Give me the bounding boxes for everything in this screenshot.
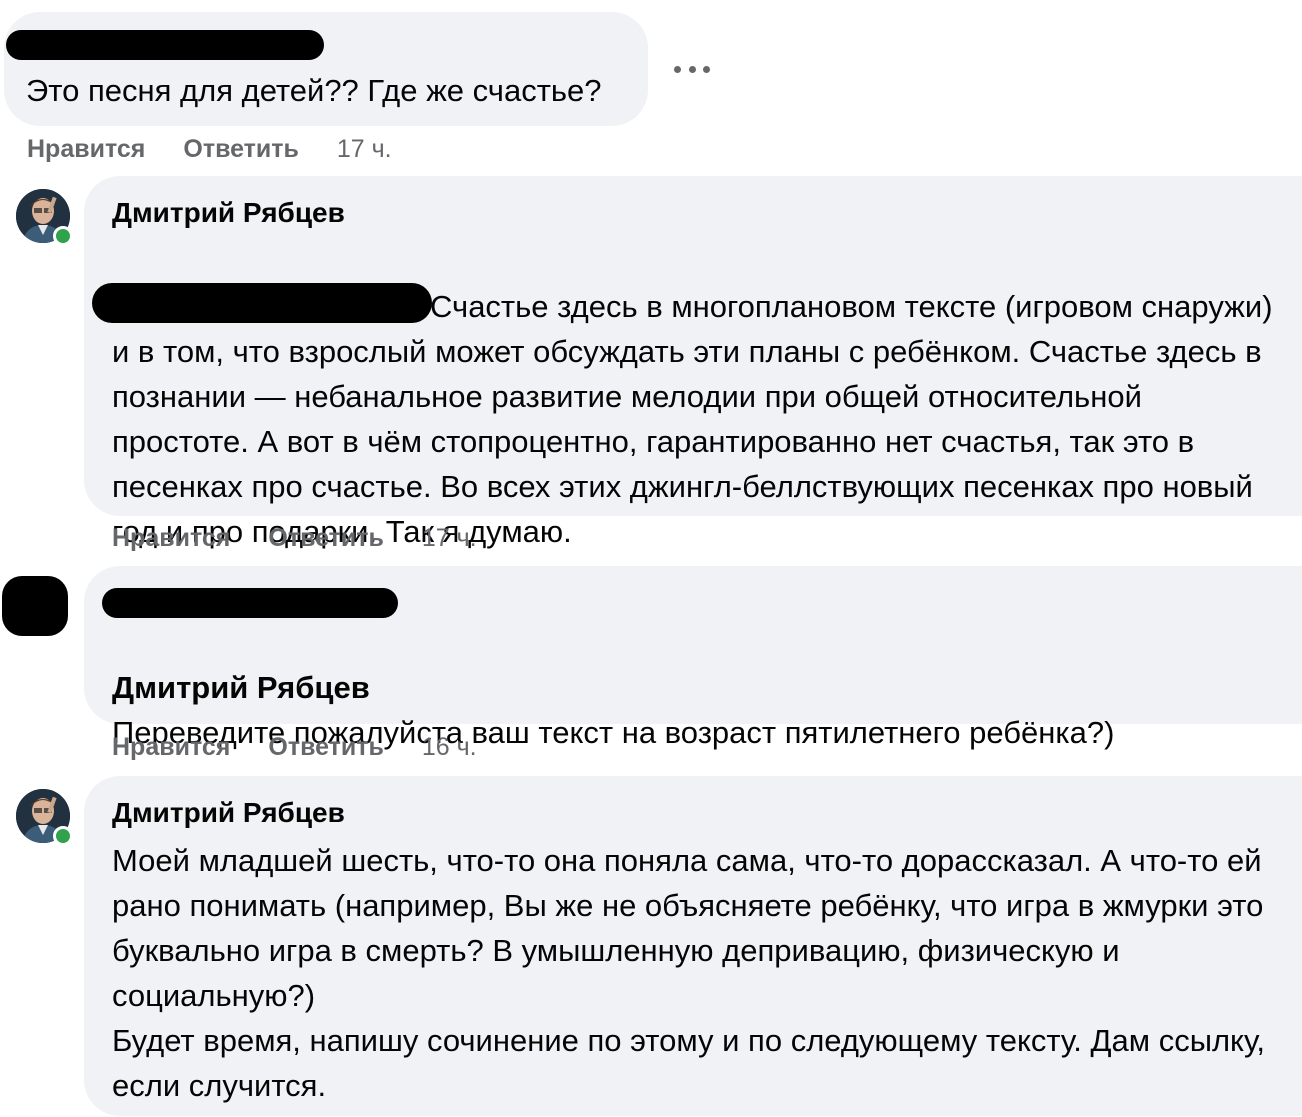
redacted-author-name [6,30,324,60]
comment-bubble-1: Это песня для детей?? Где же счастье? [4,12,648,126]
mention-link[interactable]: Дмитрий Рябцев [112,670,370,705]
more-options-icon[interactable] [674,56,710,82]
comment-text: Это песня для детей?? Где же счастье? [26,73,602,108]
comment-timestamp[interactable]: 16 ч. [422,732,477,762]
comment-author[interactable]: Дмитрий Рябцев [112,196,1274,230]
like-button[interactable]: Нравится [112,732,230,762]
comment-text: Счастье здесь в многоплановом тексте (иг… [92,238,1274,554]
comment-timestamp[interactable]: 17 ч. [337,134,392,164]
comment-actions-2: Нравится Ответить 17 ч. [112,523,477,553]
avatar[interactable] [16,189,73,246]
comment-text: Моей младшей шесть, что-то она поняла са… [112,843,1265,1103]
comment-actions-1: Нравится Ответить 17 ч. [27,134,392,164]
comment-bubble-4: Дмитрий Рябцев Моей младшей шесть, что-т… [84,776,1302,1116]
like-button[interactable]: Нравится [27,134,145,164]
reply-button[interactable]: Ответить [183,134,299,164]
comment-timestamp[interactable]: 17 ч. [422,523,477,553]
comment-bubble-3: Дмитрий Рябцев Переведите пожалуйста ваш… [84,566,1302,750]
online-status-dot [53,226,73,246]
comment-bubble-2: Дмитрий Рябцев Счастье здесь в многоплан… [84,176,1302,549]
avatar-redacted [2,576,68,636]
reply-button[interactable]: Ответить [268,732,384,762]
reply-button[interactable]: Ответить [268,523,384,553]
avatar[interactable] [16,789,73,846]
redacted-author-name [102,588,398,618]
comment-author[interactable]: Дмитрий Рябцев [112,796,1274,830]
like-button[interactable]: Нравится [112,523,230,553]
comment-thread: Это песня для детей?? Где же счастье? Нр… [0,0,1302,1117]
redacted-mention [92,283,432,323]
online-status-dot [53,826,73,846]
comment-actions-3: Нравится Ответить 16 ч. [112,732,477,762]
